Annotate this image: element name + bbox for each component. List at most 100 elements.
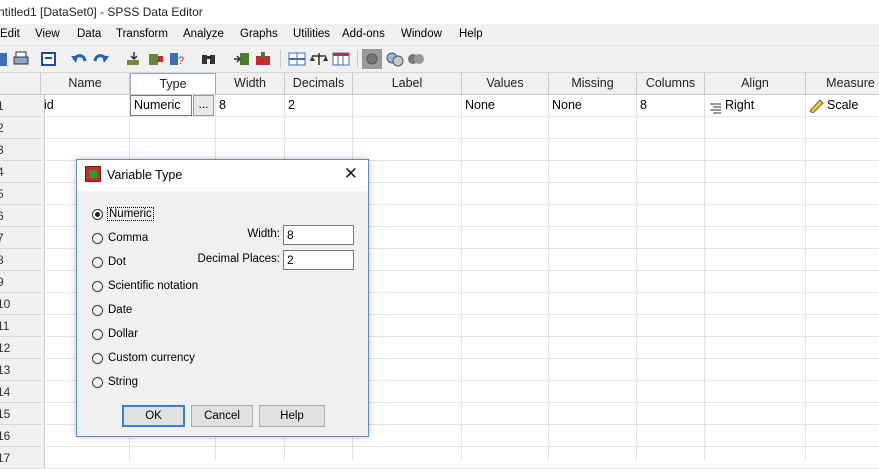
radio-button-numeric[interactable] — [92, 208, 103, 220]
radio-label-date: Date — [108, 304, 133, 316]
row-number[interactable]: 15 — [0, 403, 45, 425]
goto-case-icon[interactable] — [125, 50, 143, 68]
row-number[interactable]: 16 — [0, 425, 45, 447]
menu-data[interactable]: Data — [76, 24, 102, 45]
insert-variable-icon[interactable] — [254, 50, 272, 68]
weight-cases-icon[interactable] — [310, 50, 328, 68]
insert-cases-icon[interactable] — [233, 50, 251, 68]
cell-columns[interactable]: 8 — [637, 95, 705, 116]
radio-date[interactable]: Date — [92, 301, 132, 319]
select-cases-icon[interactable] — [332, 50, 350, 68]
cell-values[interactable]: None — [462, 95, 549, 116]
radio-custom-currency[interactable]: Custom currency — [92, 349, 195, 367]
column-header-label[interactable]: Label — [353, 73, 462, 94]
row-number-label: 1 — [0, 99, 4, 113]
radio-button-dollar[interactable] — [92, 328, 103, 340]
open-data-icon[interactable] — [0, 50, 12, 68]
row-number[interactable]: 6 — [0, 205, 45, 227]
split-file-icon[interactable] — [288, 50, 306, 68]
type-ellipsis-button[interactable]: ... — [193, 95, 214, 116]
menu-window[interactable]: Window — [400, 24, 443, 45]
row-number-label: 13 — [0, 363, 11, 377]
find-icon[interactable] — [200, 50, 218, 68]
column-header-missing[interactable]: Missing — [549, 73, 637, 94]
radio-dollar[interactable]: Dollar — [92, 325, 138, 343]
column-header-values[interactable]: Values — [462, 73, 549, 94]
column-header-measure[interactable]: Measure — [806, 73, 879, 94]
toolbar: ? — [0, 46, 879, 73]
radio-button-dot[interactable] — [92, 256, 103, 268]
menu-view[interactable]: View — [34, 24, 61, 45]
show-all-variables-icon[interactable] — [407, 50, 425, 68]
row-number[interactable]: 8 — [0, 249, 45, 271]
row-number[interactable]: 17 — [0, 447, 45, 469]
align-right-icon — [708, 100, 722, 113]
radio-comma[interactable]: Comma — [92, 229, 148, 247]
cell-measure[interactable]: Scale — [806, 95, 879, 116]
decimal-places-label: Decimal Places: — [197, 253, 280, 265]
row-number[interactable]: 10 — [0, 293, 45, 315]
column-header-width[interactable]: Width — [216, 73, 285, 94]
column-header-row: Name Type Width Decimals Label Values Mi… — [0, 73, 879, 95]
row-number-label: 9 — [0, 275, 4, 289]
goto-variable-icon[interactable] — [147, 50, 165, 68]
radio-button-scientific[interactable] — [92, 280, 103, 292]
column-grid-line — [461, 95, 462, 461]
row-number-label: 15 — [0, 407, 11, 421]
row-number-label: 10 — [0, 297, 11, 311]
radio-button-date[interactable] — [92, 304, 103, 316]
menu-transform[interactable]: Transform — [115, 24, 169, 45]
radio-button-custom-currency[interactable] — [92, 352, 103, 364]
radio-string[interactable]: String — [92, 373, 138, 391]
row-number[interactable]: 12 — [0, 337, 45, 359]
help-button[interactable]: Help — [259, 405, 325, 427]
row-number[interactable]: 4 — [0, 161, 45, 183]
cancel-button[interactable]: Cancel — [191, 405, 253, 427]
radio-scientific[interactable]: Scientific notation — [92, 277, 198, 295]
redo-icon[interactable] — [92, 50, 110, 68]
decimal-places-field[interactable]: 2 — [283, 250, 354, 270]
column-header-columns[interactable]: Columns — [637, 73, 705, 94]
dialog-recall-icon[interactable] — [40, 50, 58, 68]
width-field[interactable]: 8 — [283, 225, 354, 245]
cell-align[interactable]: Right — [705, 95, 806, 116]
variables-icon[interactable]: ? — [168, 50, 186, 68]
row-number[interactable]: 11 — [0, 315, 45, 337]
column-header-align[interactable]: Align — [705, 73, 806, 94]
cell-label[interactable] — [353, 95, 462, 116]
row-number[interactable]: 9 — [0, 271, 45, 293]
cell-decimals[interactable]: 2 — [285, 95, 353, 116]
print-icon[interactable] — [12, 50, 30, 68]
menu-addons[interactable]: Add-ons — [341, 24, 386, 45]
menu-help[interactable]: Help — [458, 24, 484, 45]
radio-button-string[interactable] — [92, 376, 103, 388]
radio-button-comma[interactable] — [92, 232, 103, 244]
cell-width[interactable]: 8 — [216, 95, 285, 116]
row-number[interactable]: 1 — [0, 95, 45, 117]
cell-name[interactable]: id — [41, 95, 130, 116]
column-header-type[interactable]: Type — [130, 73, 216, 94]
row-number[interactable]: 5 — [0, 183, 45, 205]
row-number[interactable]: 13 — [0, 359, 45, 381]
radio-dot[interactable]: Dot — [92, 253, 126, 271]
column-header-decimals[interactable]: Decimals — [285, 73, 353, 94]
menu-graphs[interactable]: Graphs — [239, 24, 279, 45]
row-grid-line — [40, 116, 879, 117]
menu-utilities[interactable]: Utilities — [292, 24, 331, 45]
row-number[interactable]: 14 — [0, 381, 45, 403]
row-number-label: 17 — [0, 451, 11, 465]
radio-numeric[interactable]: Numeric — [92, 205, 154, 223]
cell-missing[interactable]: None — [549, 95, 637, 116]
menu-edit[interactable]: Edit — [0, 24, 21, 45]
ok-button[interactable]: OK — [122, 405, 185, 427]
column-header-name[interactable]: Name — [41, 73, 130, 94]
cell-type[interactable]: Numeric — [130, 95, 192, 116]
close-icon[interactable]: ✕ — [344, 165, 358, 183]
use-sets-icon[interactable] — [386, 50, 404, 68]
row-number[interactable]: 7 — [0, 227, 45, 249]
menu-analyze[interactable]: Analyze — [182, 24, 225, 45]
row-number[interactable]: 2 — [0, 117, 45, 139]
row-number[interactable]: 3 — [0, 139, 45, 161]
value-labels-icon[interactable] — [362, 49, 382, 69]
undo-icon[interactable] — [70, 50, 88, 68]
